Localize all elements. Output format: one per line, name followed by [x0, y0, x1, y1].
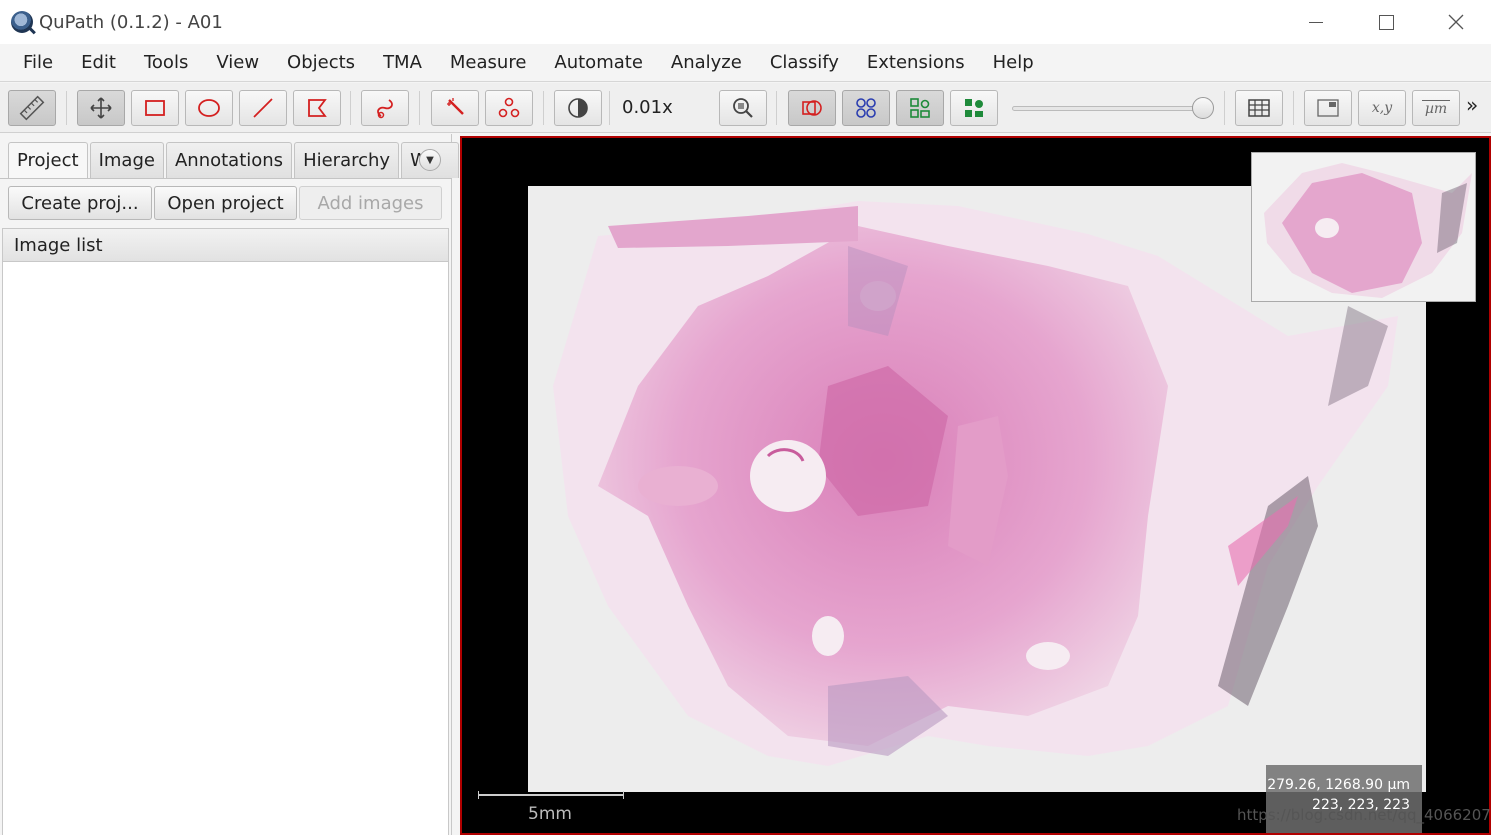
toolbar: 0.01x x,y µm »	[0, 83, 1491, 133]
tab-project[interactable]: Project	[8, 142, 88, 178]
overview-button[interactable]	[1304, 90, 1352, 126]
menu-extensions[interactable]: Extensions	[853, 52, 979, 73]
scalebar-icon: µm	[1421, 99, 1451, 117]
close-icon	[1448, 14, 1464, 30]
left-panel: Project Image Annotations Hierarchy W ▼ …	[0, 134, 459, 835]
tabs-dropdown-button[interactable]: ▼	[419, 149, 441, 171]
cursor-info-panel: 279.26, 1268.90 µm 223, 223, 223	[1266, 765, 1422, 833]
fill-detections-button[interactable]	[950, 90, 998, 126]
tab-annotations[interactable]: Annotations	[165, 142, 293, 178]
tab-image[interactable]: Image	[89, 142, 164, 178]
title-bar: QuPath (0.1.2) - A01	[0, 0, 1491, 44]
cursor-coordinates: 279.26, 1268.90 µm	[1267, 777, 1410, 793]
watermark-text: https://blog.csdn.net/qq_40662074	[1237, 806, 1491, 824]
line-tool-button[interactable]	[239, 90, 287, 126]
chevron-down-icon: ▼	[426, 154, 434, 166]
polygon-tool-button[interactable]	[293, 90, 341, 126]
window-title: QuPath (0.1.2) - A01	[39, 11, 223, 33]
scale-bar-label: 5mm	[528, 804, 572, 824]
maximize-icon	[1378, 14, 1394, 30]
line-icon	[253, 98, 273, 118]
show-detections-button[interactable]	[896, 90, 944, 126]
ellipse-icon	[198, 99, 220, 117]
brightness-contrast-button[interactable]	[554, 90, 602, 126]
rectangle-tool-button[interactable]	[131, 90, 179, 126]
menu-automate[interactable]: Automate	[540, 52, 657, 73]
image-list-header: Image list	[2, 228, 449, 262]
overview-icon	[1317, 99, 1339, 117]
minimize-icon	[1309, 21, 1323, 23]
measurement-table-button[interactable]	[1235, 90, 1283, 126]
minimize-button[interactable]	[1281, 0, 1351, 44]
window-controls	[1281, 0, 1491, 44]
panel-tabs: Project Image Annotations Hierarchy W	[8, 142, 461, 178]
maximize-button[interactable]	[1351, 0, 1421, 44]
wand-icon	[447, 98, 464, 115]
measurement-table-icon	[1248, 99, 1270, 117]
points-tool-button[interactable]	[485, 90, 533, 126]
brush-icon	[377, 99, 393, 119]
move-icon	[90, 97, 112, 119]
menu-tma[interactable]: TMA	[369, 52, 436, 73]
ruler-icon	[19, 95, 45, 121]
points-icon	[498, 97, 520, 118]
zoom-to-fit-icon	[733, 98, 753, 118]
menu-objects[interactable]: Objects	[273, 52, 369, 73]
create-project-button[interactable]: Create proj...	[8, 186, 152, 220]
overflow-icon[interactable]: »	[1466, 93, 1478, 117]
menu-view[interactable]: View	[202, 52, 273, 73]
overview-thumbnail[interactable]	[1251, 152, 1476, 302]
show-annotations-icon	[802, 100, 822, 116]
scale-bar	[478, 791, 624, 799]
add-images-button[interactable]: Add images	[299, 186, 442, 220]
close-button[interactable]	[1421, 0, 1491, 44]
ellipse-tool-button[interactable]	[185, 90, 233, 126]
zoom-level: 0.01x	[622, 97, 673, 118]
show-tma-grid-icon	[856, 98, 876, 118]
wand-tool-button[interactable]	[431, 90, 479, 126]
menu-file[interactable]: File	[9, 52, 67, 73]
opacity-slider-track[interactable]	[1012, 106, 1212, 111]
polygon-icon	[308, 99, 327, 117]
scalebar-button[interactable]: µm	[1412, 90, 1460, 126]
menu-measure[interactable]: Measure	[436, 52, 541, 73]
opacity-slider[interactable]	[1192, 97, 1214, 119]
cursor-location-icon: x,y	[1371, 100, 1393, 116]
overview-image	[1264, 163, 1472, 298]
open-project-button[interactable]: Open project	[154, 186, 297, 220]
brightness-contrast-icon	[568, 98, 588, 118]
menu-analyze[interactable]: Analyze	[657, 52, 756, 73]
brush-tool-button[interactable]	[361, 90, 409, 126]
menu-edit[interactable]: Edit	[67, 52, 130, 73]
menu-tools[interactable]: Tools	[130, 52, 202, 73]
menu-classify[interactable]: Classify	[756, 52, 853, 73]
show-tma-grid-button[interactable]	[842, 90, 890, 126]
cursor-location-button[interactable]: x,y	[1358, 90, 1406, 126]
move-tool-button[interactable]	[77, 90, 125, 126]
menu-bar: File Edit Tools View Objects TMA Measure…	[0, 44, 1491, 82]
image-viewer[interactable]: 5mm 279.26, 1268.90 µm 223, 223, 223	[460, 136, 1491, 835]
rectangle-icon	[145, 100, 165, 116]
measure-tool-button[interactable]	[8, 90, 56, 126]
menu-help[interactable]: Help	[979, 52, 1048, 73]
qupath-logo-icon	[11, 11, 33, 33]
tab-hierarchy[interactable]: Hierarchy	[294, 142, 400, 178]
show-detections-icon	[910, 98, 930, 118]
zoom-to-fit-button[interactable]	[719, 90, 767, 126]
image-list[interactable]	[2, 262, 449, 835]
fill-detections-icon	[965, 99, 983, 117]
show-annotations-button[interactable]	[788, 90, 836, 126]
